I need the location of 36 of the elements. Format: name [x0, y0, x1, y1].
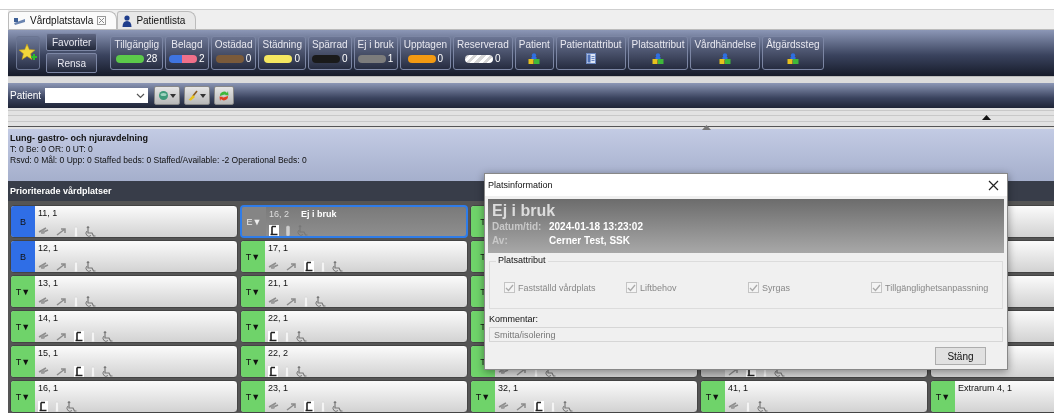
group-title: Platsattribut — [496, 255, 548, 265]
count-label: 0 — [495, 53, 501, 64]
bed-label: 32, 1 — [498, 382, 519, 393]
count-label: 1 — [387, 53, 394, 64]
bed-label: 23, 1 — [268, 382, 289, 393]
department-stats: T: 0 Be: 0 OR: 0 UT: 0 — [10, 144, 94, 155]
dialog-title: Platsinformation — [488, 180, 553, 190]
count-label: 2 — [199, 53, 205, 64]
bed-label: Extrarum 4, 1 — [958, 382, 1013, 393]
bed-label: 16, 2 — [269, 208, 290, 219]
count-label: 28 — [146, 53, 158, 64]
bed-label: 22, 2 — [268, 347, 289, 358]
section-title: Prioriterade vårdplatser — [10, 186, 112, 196]
bed-label: 21, 1 — [268, 277, 289, 288]
count-label: 0 — [341, 53, 348, 64]
detail-label: Datum/tid: — [492, 220, 543, 234]
count-label: 0 — [245, 53, 252, 64]
department-title: Lung- gastro- och njuravdelning — [10, 133, 149, 144]
bed-label: 13, 1 — [38, 277, 59, 288]
bed-label: 17, 1 — [268, 242, 289, 253]
comment-label: Kommentar: — [489, 314, 540, 324]
patient-label: Patient — [10, 90, 42, 101]
bed-label: 16, 1 — [38, 382, 59, 393]
bed-label: 12, 1 — [38, 242, 59, 253]
bed-label: 41, 1 — [728, 382, 749, 393]
detail-value: 2024-01-18 13:23:02 — [549, 220, 643, 234]
department-stats: Rsvd: 0 Mål: 0 Upp: 0 Staffed beds: 0 Staffed/Available: -2 Operational Beds: 0 — [10, 155, 308, 166]
bed-label: 15, 1 — [38, 347, 59, 358]
bed-label: 11, 1 — [38, 207, 58, 218]
count-label: 0 — [437, 53, 444, 64]
bed-label: 22, 1 — [268, 312, 289, 323]
bed-label: 14, 1 — [38, 312, 59, 323]
detail-value: Cerner Test, SSK — [549, 234, 630, 248]
bed-note: Ej i bruk — [301, 208, 337, 219]
status-title: Ej i bruk — [492, 202, 557, 220]
count-label: 0 — [294, 53, 300, 64]
